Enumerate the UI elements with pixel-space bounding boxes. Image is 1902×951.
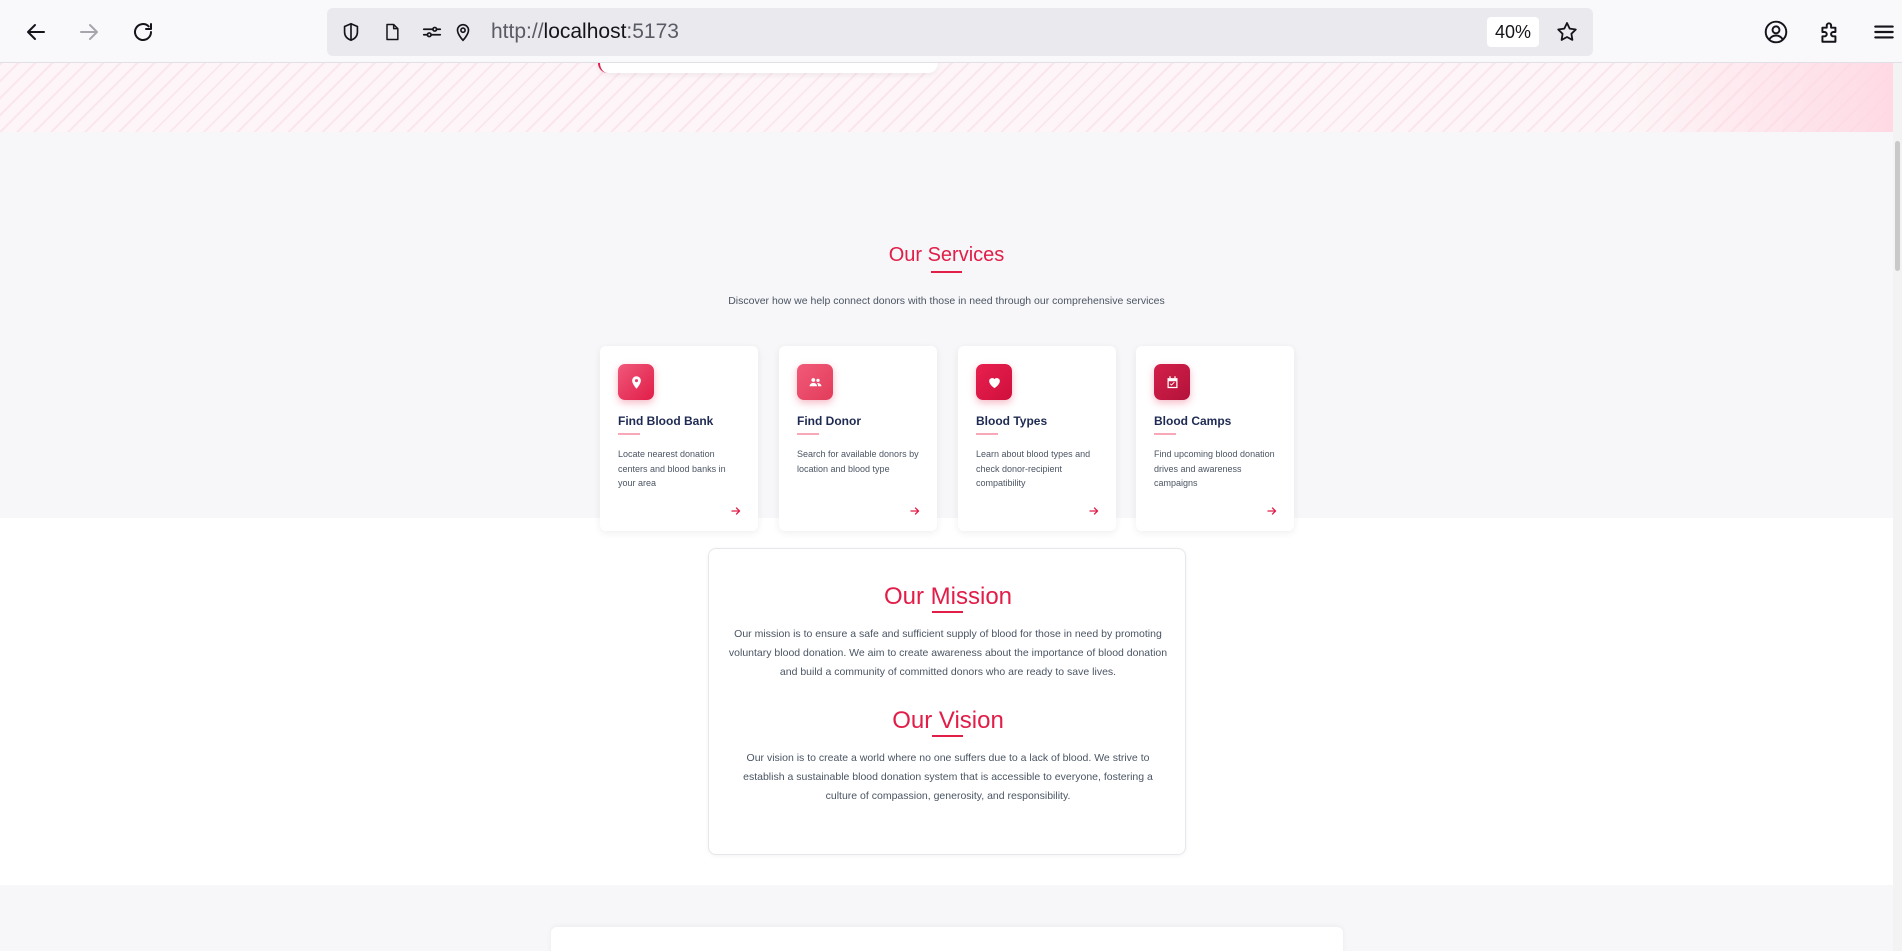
- hamburger-menu-icon: [1874, 25, 1894, 39]
- app-menu-button[interactable]: [1866, 14, 1902, 50]
- calendar-check-icon: [1154, 364, 1190, 400]
- card-title: Find Donor: [797, 414, 861, 428]
- url-scheme: http://: [491, 20, 544, 43]
- scrollbar-thumb[interactable]: [1895, 141, 1900, 271]
- url-bar[interactable]: http://localhost:5173 40%: [327, 8, 1593, 56]
- service-card-find-donor[interactable]: Find Donor Search for available donors b…: [779, 346, 937, 531]
- map-pin-icon: [618, 364, 654, 400]
- hero-card-edge: [598, 63, 938, 73]
- mission-vision-card: Our Mission Our mission is to ensure a s…: [708, 548, 1186, 855]
- mission-text: Our mission is to ensure a safe and suff…: [728, 628, 1168, 678]
- location-icon[interactable]: [451, 20, 475, 44]
- arrow-right-icon[interactable]: [730, 505, 742, 517]
- url-port: :5173: [626, 20, 679, 43]
- service-card-blood-types[interactable]: Blood Types Learn about blood types and …: [958, 346, 1116, 531]
- url-text[interactable]: http://localhost:5173: [491, 20, 679, 44]
- next-section: [0, 885, 1893, 951]
- services-title: Our Services: [888, 244, 1005, 266]
- extensions-button[interactable]: [1812, 14, 1848, 50]
- service-card-blood-camps[interactable]: Blood Camps Find upcoming blood donation…: [1136, 346, 1294, 531]
- arrow-right-icon[interactable]: [1088, 505, 1100, 517]
- reload-icon: [134, 23, 152, 41]
- mission-title: Our Mission: [883, 583, 1013, 610]
- page-viewport: Our Services Discover how we help connec…: [0, 63, 1893, 951]
- card-title: Blood Camps: [1154, 414, 1232, 428]
- card-title: Blood Types: [976, 414, 1048, 428]
- page-icon[interactable]: [380, 20, 404, 44]
- card-title: Find Blood Bank: [618, 414, 714, 428]
- account-icon: [1764, 20, 1788, 44]
- card-description: Find upcoming blood donation drives and …: [1154, 449, 1275, 488]
- mission-title-underline: [932, 611, 963, 613]
- vision-title-underline: [932, 735, 963, 737]
- forward-arrow-icon: [80, 24, 98, 40]
- vision-title: Our Vision: [892, 707, 1004, 734]
- bookmark-star-icon[interactable]: [1555, 20, 1579, 44]
- card-description: Search for available donors by location …: [797, 449, 919, 474]
- puzzle-icon: [1821, 22, 1837, 43]
- arrow-right-icon[interactable]: [909, 505, 921, 517]
- card-description: Learn about blood types and check donor-…: [976, 449, 1091, 488]
- url-host: localhost: [543, 20, 627, 43]
- back-arrow-icon: [27, 24, 45, 40]
- services-section: Our Services Discover how we help connec…: [0, 132, 1893, 531]
- vision-text: Our vision is to create a world where no…: [743, 752, 1153, 802]
- arrow-right-icon[interactable]: [1266, 505, 1278, 517]
- browser-toolbar: http://localhost:5173 40%: [0, 0, 1902, 63]
- users-icon: [797, 364, 833, 400]
- card-description: Locate nearest donation centers and bloo…: [618, 449, 726, 488]
- account-button[interactable]: [1758, 14, 1794, 50]
- page-scrollbar[interactable]: [1893, 63, 1902, 951]
- hero-section-bottom: [0, 63, 1893, 132]
- zoom-level-button[interactable]: 40%: [1487, 17, 1539, 47]
- forward-button[interactable]: [71, 14, 107, 50]
- back-button[interactable]: [18, 14, 54, 50]
- services-subtitle: Discover how we help connect donors with…: [728, 295, 1165, 307]
- services-title-underline: [931, 271, 962, 273]
- shield-icon[interactable]: [339, 20, 363, 44]
- heart-icon: [976, 364, 1012, 400]
- reload-button[interactable]: [125, 14, 161, 50]
- permissions-icon[interactable]: [420, 20, 444, 44]
- service-card-find-blood-bank[interactable]: Find Blood Bank Locate nearest donation …: [600, 346, 758, 531]
- next-section-card: [551, 927, 1343, 951]
